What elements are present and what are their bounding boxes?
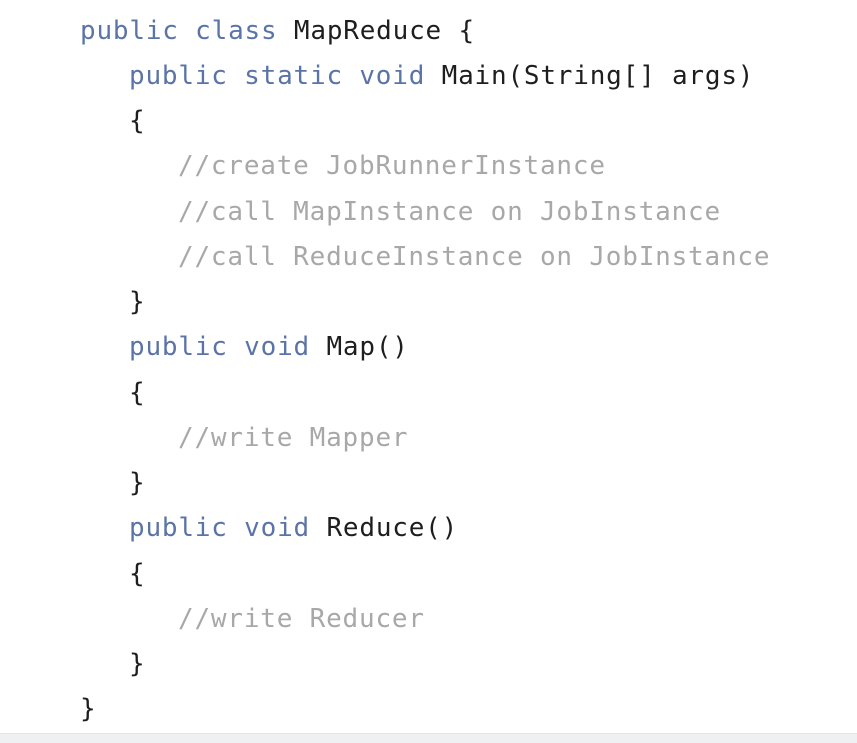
brace: { bbox=[129, 559, 146, 589]
code-line-class-declaration: public class MapReduce { bbox=[80, 11, 475, 51]
code-line-comment-write-reducer: //write Reducer bbox=[178, 599, 425, 639]
identifier: Main(String[] args) bbox=[441, 61, 755, 91]
code-line-main-close-brace: } bbox=[129, 282, 145, 322]
identifier: Reduce() bbox=[326, 513, 459, 543]
comment: //write Mapper bbox=[178, 423, 409, 453]
brace: } bbox=[129, 468, 146, 498]
keyword: public static void bbox=[129, 61, 442, 91]
code-line-comment-write-mapper: //write Mapper bbox=[178, 418, 408, 458]
code-line-comment-call-reduce: //call ReduceInstance on JobInstance bbox=[178, 237, 770, 277]
brace: { bbox=[129, 378, 146, 408]
brace: } bbox=[129, 649, 146, 679]
code-line-reduce-signature: public void Reduce() bbox=[129, 508, 458, 548]
code-line-map-open-brace: { bbox=[129, 373, 145, 413]
code-line-main-signature: public static void Main(String[] args) bbox=[129, 56, 754, 96]
bottom-divider-bar bbox=[0, 733, 857, 743]
code-line-reduce-close-brace: } bbox=[129, 644, 145, 684]
identifier: Map() bbox=[326, 332, 409, 362]
code-block: public class MapReduce { public static v… bbox=[0, 0, 857, 733]
brace: { bbox=[129, 106, 146, 136]
comment: //write Reducer bbox=[178, 604, 425, 634]
brace: } bbox=[80, 694, 97, 724]
code-line-map-signature: public void Map() bbox=[129, 327, 409, 367]
code-line-reduce-open-brace: { bbox=[129, 554, 145, 594]
brace: } bbox=[129, 287, 146, 317]
comment: //call ReduceInstance on JobInstance bbox=[178, 242, 771, 272]
comment: //create JobRunnerInstance bbox=[178, 151, 606, 181]
keyword: public class bbox=[80, 16, 294, 46]
code-line-comment-call-map: //call MapInstance on JobInstance bbox=[178, 192, 721, 232]
code-line-class-close-brace: } bbox=[80, 689, 96, 729]
keyword: public void bbox=[129, 332, 327, 362]
keyword: public void bbox=[129, 513, 327, 543]
comment: //call MapInstance on JobInstance bbox=[178, 197, 721, 227]
code-line-map-close-brace: } bbox=[129, 463, 145, 503]
code-line-comment-create-jobrunner: //create JobRunnerInstance bbox=[178, 146, 606, 186]
identifier: MapReduce { bbox=[293, 16, 475, 46]
code-line-main-open-brace: { bbox=[129, 101, 145, 141]
